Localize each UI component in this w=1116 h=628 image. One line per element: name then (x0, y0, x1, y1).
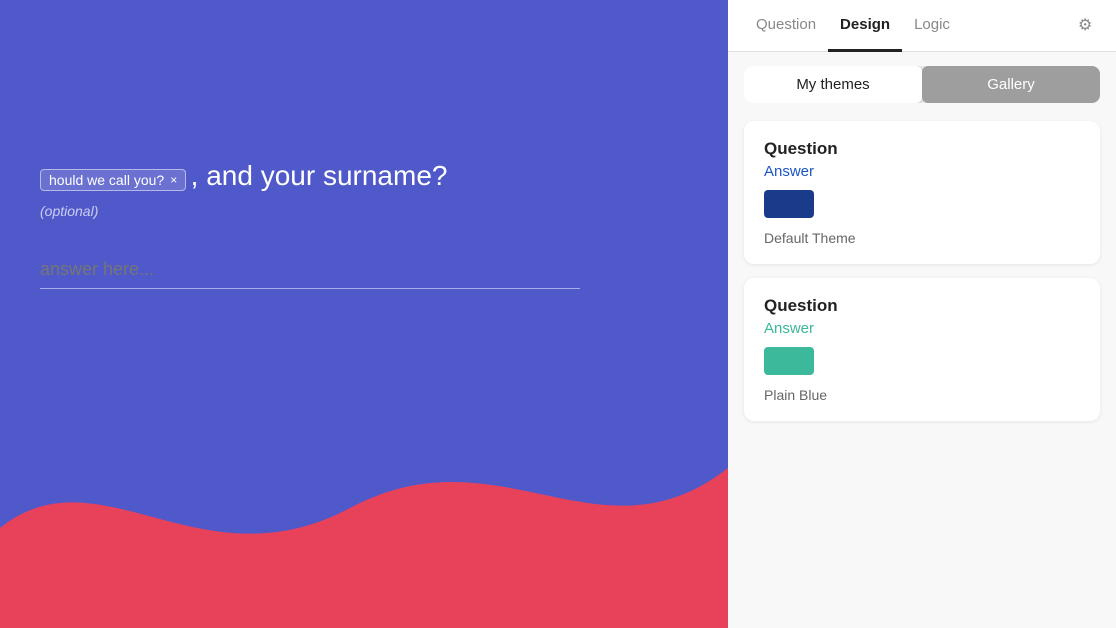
tag-text: hould we call you? (49, 172, 164, 188)
theme-name-default: Default Theme (764, 230, 1080, 246)
theme-swatch-default (764, 190, 814, 218)
theme-swatch-plain-blue (764, 347, 814, 375)
survey-question-area: hould we call you? × , and your surname?… (0, 160, 620, 289)
wave-decoration (0, 348, 728, 628)
theme-question-label-plain-blue: Question (764, 296, 1080, 316)
theme-card-default[interactable]: Question Answer Default Theme (744, 121, 1100, 264)
themes-list: Question Answer Default Theme Question A… (728, 113, 1116, 628)
theme-answer-label-plain-blue: Answer (764, 320, 1080, 337)
gallery-button[interactable]: Gallery (922, 66, 1100, 103)
theme-card-plain-blue[interactable]: Question Answer Plain Blue (744, 278, 1100, 421)
tag-close-icon[interactable]: × (170, 173, 177, 187)
tab-design[interactable]: Design (828, 1, 902, 52)
tag-pill: hould we call you? × (40, 169, 186, 191)
settings-gear-icon[interactable]: ⚙ (1078, 15, 1100, 37)
question-suffix-text: , and your surname? (191, 160, 448, 191)
theme-toggle-group: My themes Gallery (744, 66, 1100, 103)
my-themes-button[interactable]: My themes (744, 66, 922, 103)
survey-preview: hould we call you? × , and your surname?… (0, 0, 728, 628)
optional-label: (optional) (40, 203, 580, 219)
theme-question-label-default: Question (764, 139, 1080, 159)
tab-logic[interactable]: Logic (902, 1, 962, 52)
design-panel: Question Design Logic ⚙ My themes Galler… (728, 0, 1116, 628)
answer-input[interactable] (40, 251, 580, 289)
theme-answer-label-default: Answer (764, 163, 1080, 180)
theme-name-plain-blue: Plain Blue (764, 387, 1080, 403)
nav-tabs: Question Design Logic ⚙ (728, 0, 1116, 52)
tab-question[interactable]: Question (744, 1, 828, 52)
